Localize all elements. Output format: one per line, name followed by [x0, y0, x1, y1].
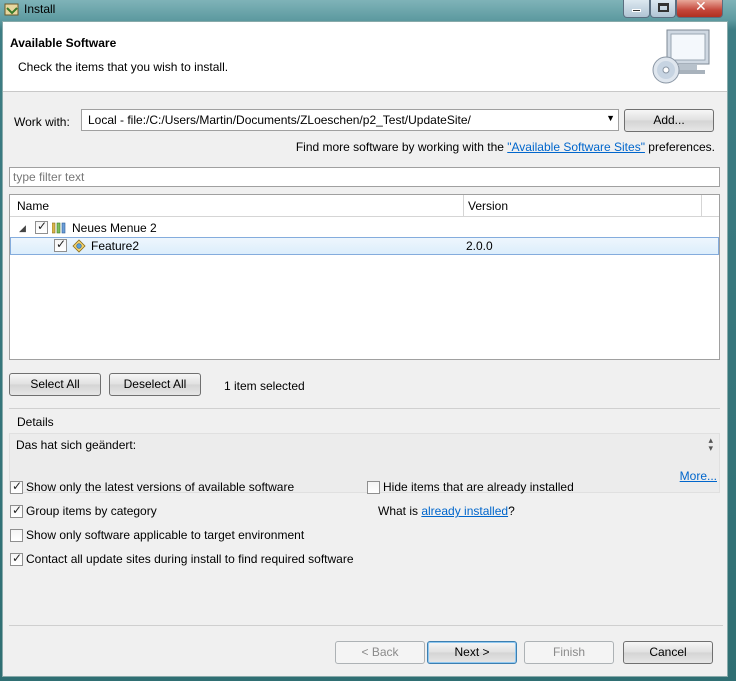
column-header-version[interactable]: Version [468, 199, 508, 213]
what-is-suffix: ? [508, 504, 515, 518]
select-all-button[interactable]: Select All [9, 373, 101, 396]
filter-input[interactable]: type filter text [9, 167, 720, 187]
target-environment-label: Show only software applicable to target … [26, 528, 305, 542]
find-more-suffix: preferences. [644, 140, 715, 154]
window-title: Install [24, 2, 56, 16]
close-icon: ✕ [695, 0, 707, 15]
what-is-prefix: What is [378, 504, 422, 518]
hide-installed-label: Hide items that are already installed [383, 480, 574, 494]
already-installed-link[interactable]: already installed [421, 504, 508, 518]
find-more-text: Find more software by working with the "… [296, 140, 715, 154]
contact-all-sites-checkbox[interactable] [10, 551, 23, 566]
minimize-button[interactable] [623, 0, 650, 18]
available-software-sites-link[interactable]: "Available Software Sites" [507, 140, 645, 154]
maximize-button[interactable] [650, 0, 676, 18]
group-by-category-label: Group items by category [26, 504, 157, 518]
install-wizard-icon [652, 29, 710, 84]
column-header-name[interactable]: Name [17, 199, 49, 213]
details-label: Details [17, 415, 54, 429]
deselect-all-button[interactable]: Deselect All [109, 373, 201, 396]
latest-versions-label: Show only the latest versions of availab… [26, 480, 295, 494]
maximize-icon [658, 3, 669, 12]
row-name: Feature2 [91, 239, 140, 253]
page-title: Available Software [10, 36, 117, 50]
dialog-body: Available Software Check the items that … [2, 21, 728, 677]
group-by-category-checkbox[interactable] [10, 503, 23, 518]
scroll-arrows-icon[interactable]: ▴ ▾ [708, 436, 713, 453]
expand-triangle-icon[interactable]: ◢ [19, 223, 26, 234]
find-more-prefix: Find more software by working with the [295, 140, 508, 154]
target-environment-checkbox[interactable] [10, 529, 23, 542]
eclipse-install-icon [4, 3, 19, 16]
next-button[interactable]: Next > [427, 641, 517, 664]
dropdown-arrow-icon[interactable]: ▼ [606, 113, 615, 123]
row-checkbox[interactable] [54, 237, 67, 252]
work-with-label: Work with: [14, 115, 70, 129]
add-button[interactable]: Add... [624, 109, 714, 132]
column-divider[interactable] [463, 195, 464, 217]
row-name: Neues Menue 2 [72, 221, 157, 235]
minimize-icon [632, 9, 641, 12]
install-window: Install ✕ Available Software Check the i… [0, 0, 736, 681]
more-link[interactable]: More... [680, 469, 717, 483]
back-button[interactable]: < Back [335, 641, 425, 664]
hide-installed-checkbox[interactable] [367, 481, 380, 494]
filter-placeholder: type filter text [13, 170, 85, 184]
finish-button[interactable]: Finish [524, 641, 614, 664]
contact-all-sites-label: Contact all update sites during install … [26, 552, 354, 566]
work-with-combo[interactable]: Local - file:/C:/Users/Martin/Documents/… [81, 109, 619, 131]
what-is-installed-text: What is already installed? [378, 504, 515, 518]
table-row[interactable]: ◢ Neues Menue 2 [10, 219, 719, 237]
details-text: Das hat sich geändert: [16, 438, 137, 452]
page-description: Check the items that you wish to install… [18, 60, 229, 74]
feature-icon [72, 239, 86, 253]
latest-versions-checkbox[interactable] [10, 479, 23, 494]
column-divider[interactable] [701, 195, 702, 217]
work-with-value: Local - file:/C:/Users/Martin/Documents/… [88, 113, 471, 127]
table-header: Name Version [10, 195, 719, 217]
close-button[interactable]: ✕ [676, 0, 723, 18]
footer-divider [9, 625, 723, 626]
header-banner: Available Software Check the items that … [3, 22, 727, 92]
row-version: 2.0.0 [466, 239, 493, 253]
table-row[interactable]: Feature2 2.0.0 [10, 237, 719, 255]
selection-status: 1 item selected [224, 379, 305, 393]
title-bar[interactable]: Install ✕ [0, 0, 736, 20]
cancel-button[interactable]: Cancel [623, 641, 713, 664]
row-checkbox[interactable] [35, 219, 48, 234]
software-tree-table[interactable]: Name Version ◢ Neues Menue 2 [9, 194, 720, 360]
category-icon [52, 222, 66, 234]
